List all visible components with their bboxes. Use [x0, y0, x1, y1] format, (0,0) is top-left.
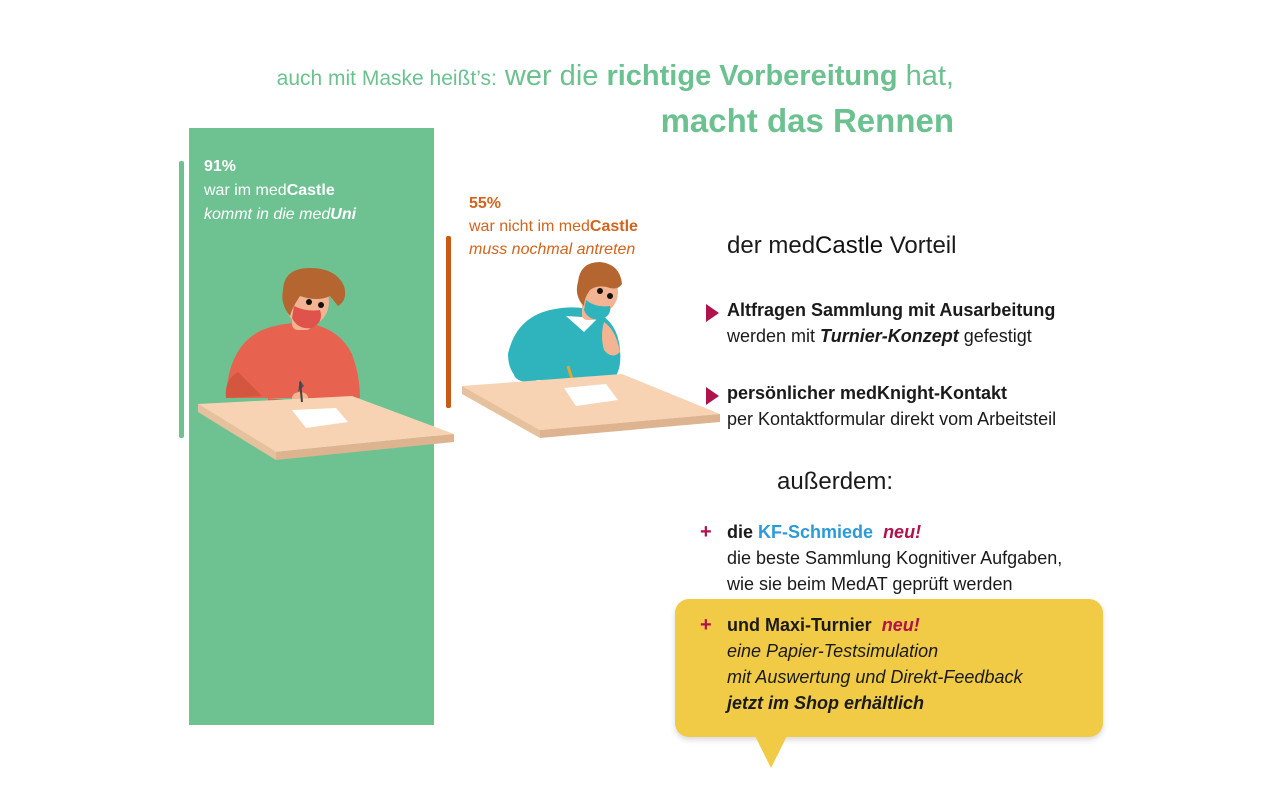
- headline-line-1: auch mit Maske heißt’s: wer die richtige…: [200, 60, 954, 93]
- feature-medknight-title: persönlicher medKnight-Kontakt: [727, 383, 1008, 403]
- stat-non-medcastle-students: 55% war nicht im medCastle muss nochmal …: [469, 192, 638, 261]
- extra-maxi-highlight: Maxi-Turnier: [765, 615, 872, 635]
- stat-green-line-1-prefix: war im med: [204, 182, 287, 199]
- vorteil-title-prefix: der med: [727, 232, 816, 259]
- student-teal-illustration: [462, 262, 720, 438]
- stat-green-line-2: kommt in die medUni: [204, 206, 356, 223]
- feature-altfragen-sub: werden mit Turnier-Konzept gefestigt: [727, 326, 1032, 347]
- headline-part-1: auch mit Maske heißt’s:: [276, 67, 497, 90]
- bubble-tail: [755, 736, 787, 768]
- extra-maxi-badge: neu!: [881, 615, 920, 635]
- orange-accent-line: [446, 236, 451, 408]
- extra-kf-highlight: KF-Schmiede: [758, 522, 874, 542]
- green-accent-line: [179, 161, 184, 438]
- stat-orange-line-2: muss nochmal antreten: [469, 241, 636, 258]
- headline-line-2: macht das Rennen: [660, 102, 954, 139]
- extra-maxi-shop-cta: jetzt im Shop erhältlich: [727, 693, 925, 713]
- extra-maxi-prefix: und: [727, 615, 765, 635]
- feature-altfragen-sub-suffix: gefestigt: [958, 326, 1032, 346]
- vorteil-title: der medCastle Vorteil: [727, 232, 956, 260]
- stat-orange-line-1-prefix: war nicht im med: [469, 218, 590, 235]
- feature-altfragen-sub-bold: Turnier-Konzept: [820, 326, 959, 346]
- headline-part-2: wer die: [496, 60, 607, 92]
- extra-maxi-text: und Maxi-Turnier neu! eine Papier-Testsi…: [727, 612, 1022, 716]
- vorteil-title-brand: Castle: [815, 232, 884, 259]
- stat-green-line-1-brand: Castle: [286, 182, 335, 199]
- headline-part-3: richtige Vorbereitung: [606, 60, 898, 92]
- stat-orange-line-1: war nicht im medCastle: [469, 218, 638, 235]
- stat-green-line-1: war im medCastle: [204, 182, 335, 199]
- extra-maxi-line-2: eine Papier-Testsimulation: [727, 641, 939, 661]
- triangle-marker-icon: [706, 304, 719, 322]
- stat-green-line-2-prefix: kommt in die med: [204, 206, 331, 223]
- feature-altfragen: Altfragen Sammlung mit Ausarbeitung werd…: [706, 300, 1126, 352]
- ausserdem-label: außerdem:: [777, 468, 894, 495]
- feature-medknight-kontakt: persönlicher medKnight-Kontakt per Konta…: [706, 383, 1126, 435]
- feature-medknight-sub: per Kontaktformular direkt vom Arbeitste…: [727, 409, 1057, 429]
- feature-altfragen-sub-prefix: werden mit: [727, 326, 821, 346]
- vorteil-title-suffix: Vorteil: [883, 232, 957, 259]
- stat-orange-line-1-brand: Castle: [589, 218, 638, 235]
- extra-maxi-turnier: + und Maxi-Turnier neu! eine Papier-Test…: [700, 612, 1120, 722]
- extra-kf-text: die KF-Schmiede neu! die beste Sammlung …: [727, 519, 1062, 597]
- extra-kf-badge: neu!: [883, 522, 922, 542]
- extra-kf-prefix: die: [727, 522, 759, 542]
- triangle-marker-icon: [706, 387, 719, 405]
- stat-medcastle-students: 91% war im medCastle kommt in die medUni: [204, 155, 356, 227]
- extra-kf-line-3: wie sie beim MedAT geprüft werden: [727, 574, 1013, 594]
- stat-green-percent: 91%: [204, 158, 237, 175]
- stat-green-line-2-brand: Uni: [330, 206, 357, 223]
- feature-altfragen-title: Altfragen Sammlung mit Ausarbeitung: [727, 300, 1056, 320]
- stat-orange-percent: 55%: [469, 195, 502, 212]
- extra-kf-line-2: die beste Sammlung Kognitiver Aufgaben,: [727, 548, 1063, 568]
- plus-icon: +: [700, 521, 712, 543]
- plus-icon: +: [700, 614, 712, 636]
- extra-kf-schmiede: + die KF-Schmiede neu! die beste Sammlun…: [700, 519, 1120, 599]
- extra-maxi-line-3: mit Auswertung und Direkt-Feedback: [727, 667, 1023, 687]
- headline-part-4: hat,: [897, 60, 954, 92]
